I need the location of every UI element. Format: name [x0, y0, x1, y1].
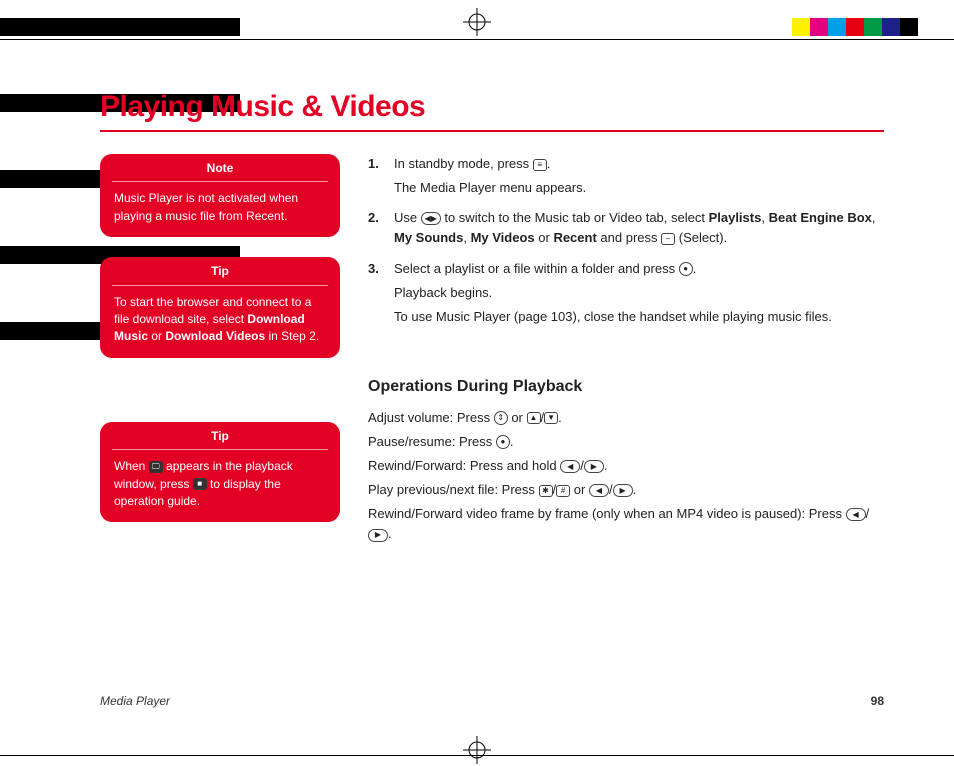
operation-line: Play previous/next file: Press ✱/# or ◀/…: [368, 480, 884, 500]
operation-line: Adjust volume: Press ⇕ or ▲/▼.: [368, 408, 884, 428]
main-column: In standby mode, press ≡. The Media Play…: [368, 154, 884, 549]
callout-body: Music Player is not activated when playi…: [100, 190, 340, 225]
page-footer: Media Player 98: [100, 694, 884, 708]
hash-key-icon: #: [556, 485, 570, 497]
menu-key-icon: ≡: [533, 159, 547, 171]
page-number: 98: [871, 694, 884, 708]
callout-header: Tip: [112, 257, 328, 285]
callout-column: Note Music Player is not activated when …: [100, 154, 340, 549]
display-icon: 🖵: [149, 461, 163, 473]
operation-line: Rewind/Forward video frame by frame (onl…: [368, 504, 884, 544]
nav-right-key-icon: ▶: [368, 529, 388, 542]
step-item: Use ◀▶ to switch to the Music tab or Vid…: [368, 208, 884, 248]
select-key-icon: –: [661, 233, 675, 245]
registration-mark-icon: [463, 736, 491, 764]
registration-mark-icon: [463, 8, 491, 36]
note-callout: Note Music Player is not activated when …: [100, 154, 340, 237]
media-key-icon: ■: [193, 478, 207, 490]
step-item: Select a playlist or a file within a fol…: [368, 259, 884, 327]
operations-list: Adjust volume: Press ⇕ or ▲/▼. Pause/res…: [368, 408, 884, 545]
side-down-key-icon: ▼: [544, 412, 558, 424]
section-heading: Operations During Playback: [368, 375, 884, 400]
tip-callout: Tip To start the browser and connect to …: [100, 257, 340, 358]
page-content: Playing Music & Videos Note Music Player…: [100, 90, 884, 676]
nav-left-key-icon: ◀: [560, 460, 580, 473]
tip-callout: Tip When 🖵 appears in the playback windo…: [100, 422, 340, 523]
nav-ud-key-icon: ⇕: [494, 411, 508, 425]
callout-header: Tip: [112, 422, 328, 450]
nav-right-key-icon: ▶: [584, 460, 604, 473]
operation-line: Rewind/Forward: Press and hold ◀/▶.: [368, 456, 884, 476]
callout-body: When 🖵 appears in the playback window, p…: [100, 458, 340, 510]
step-list: In standby mode, press ≡. The Media Play…: [368, 154, 884, 327]
step-item: In standby mode, press ≡. The Media Play…: [368, 154, 884, 198]
star-key-icon: ✱: [539, 485, 553, 497]
footer-section: Media Player: [100, 694, 170, 708]
center-key-icon: ●: [679, 262, 693, 276]
side-up-key-icon: ▲: [527, 412, 541, 424]
nav-right-key-icon: ▶: [613, 484, 633, 497]
nav-left-key-icon: ◀: [846, 508, 866, 521]
callout-body: To start the browser and connect to a fi…: [100, 294, 340, 346]
nav-lr-key-icon: ◀▶: [421, 212, 441, 225]
nav-left-key-icon: ◀: [589, 484, 609, 497]
callout-header: Note: [112, 154, 328, 182]
operation-line: Pause/resume: Press ●.: [368, 432, 884, 452]
center-key-icon: ●: [496, 435, 510, 449]
page-title: Playing Music & Videos: [100, 90, 884, 132]
